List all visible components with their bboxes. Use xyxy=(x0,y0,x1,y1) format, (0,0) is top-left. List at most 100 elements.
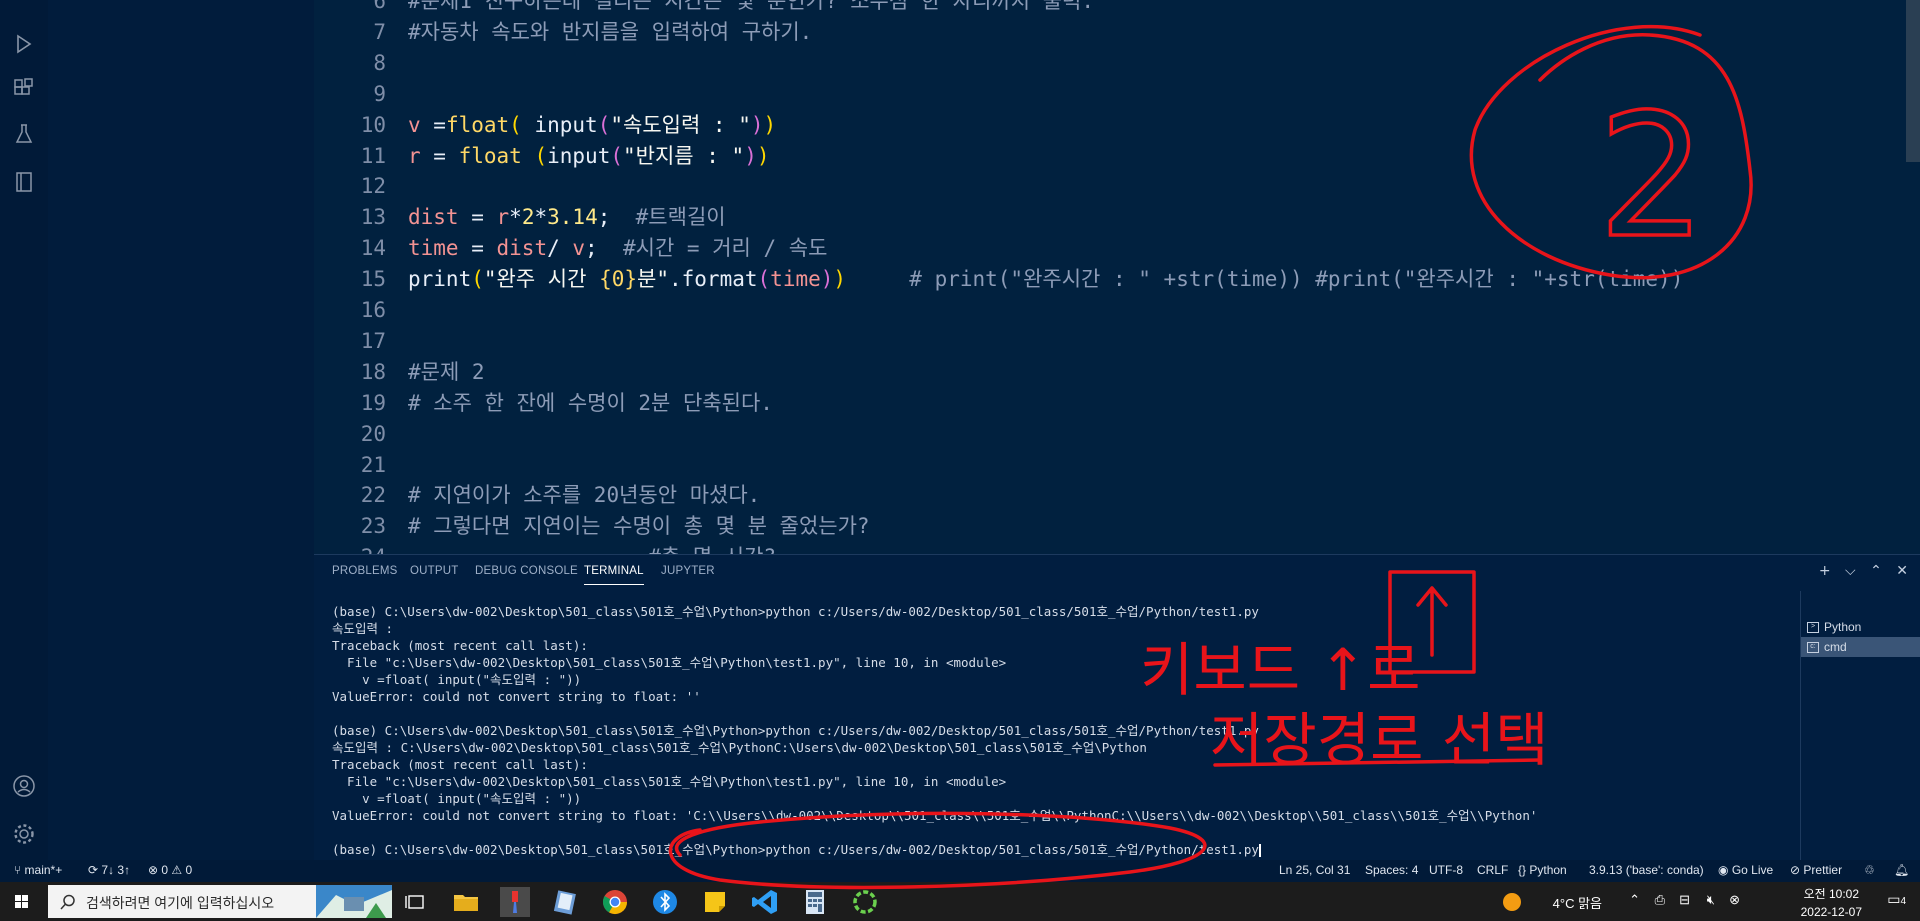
tab-output[interactable]: OUTPUT xyxy=(410,565,458,577)
prettier[interactable]: ⊘ Prettier xyxy=(1790,863,1842,877)
terminal-list-label: cmd xyxy=(1824,640,1847,654)
file-explorer-icon[interactable] xyxy=(451,887,481,917)
tab-jupyter[interactable]: JUPYTER xyxy=(661,565,715,577)
feedback-icon[interactable]: ♲ xyxy=(1864,863,1875,877)
search-icon xyxy=(60,894,75,910)
run-debug-icon[interactable] xyxy=(12,32,36,56)
terminal-prompt-line[interactable]: (base) C:\Users\dw-002\Desktop\501_class… xyxy=(332,841,1812,858)
tab-problems[interactable]: PROBLEMS xyxy=(332,565,398,577)
encoding[interactable]: UTF-8 xyxy=(1429,863,1463,877)
refresh-app-icon[interactable] xyxy=(850,887,880,917)
terminal-line: v =float( input("속도입력 : ")) xyxy=(332,791,582,806)
code-line[interactable]: 14 time = dist/ v; #시간 = 거리 / 속도 xyxy=(314,233,1904,264)
braces-icon: {} xyxy=(1518,863,1530,877)
code-line[interactable]: 18 #문제 2 xyxy=(314,357,1904,388)
go-live[interactable]: ◉ Go Live xyxy=(1718,863,1773,877)
terminal-line: v =float( input("속도입력 : ")) xyxy=(332,672,582,687)
chrome-icon[interactable] xyxy=(600,887,630,917)
git-branch[interactable]: ⑂ main*+ xyxy=(14,863,62,877)
account-icon[interactable] xyxy=(12,774,36,798)
clock[interactable]: 오전 10:02 2022-12-07 xyxy=(1801,885,1862,919)
terminal-list-item-python[interactable]: > Python xyxy=(1801,617,1920,637)
testing-flask-icon[interactable] xyxy=(12,122,36,146)
terminal-cursor xyxy=(1258,844,1261,857)
code-token: ( xyxy=(534,143,548,168)
code-line[interactable]: 21 xyxy=(314,450,1904,481)
code-token: # 그렇다면 지연이는 수명이 총 몇 분 줄었는가? xyxy=(408,514,870,539)
new-terminal-button[interactable]: + xyxy=(1819,563,1831,579)
taskbar-search-box[interactable]: 검색하려면 여기에 입력하십시오 xyxy=(48,885,392,918)
code-line[interactable]: 8 xyxy=(314,48,1904,79)
bottom-panel: PROBLEMS OUTPUT DEBUG CONSOLE TERMINAL J… xyxy=(314,554,1920,861)
code-line[interactable]: 9 xyxy=(314,79,1904,110)
tab-terminal[interactable]: TERMINAL xyxy=(584,565,644,585)
code-editor[interactable]: 6 #문제1 친구하는데 걸리는 시간은 몇 분인가? 소수점 한 자리까지 출력… xyxy=(314,0,1920,554)
code-token: #문제 2 xyxy=(408,359,485,384)
search-highlight-image xyxy=(316,885,392,918)
code-line[interactable]: 12 xyxy=(314,171,1904,202)
code-line[interactable]: 20 xyxy=(314,419,1904,450)
code-token: "완주 시간 xyxy=(483,267,600,292)
code-token: # print("완주시간 : " +str(time)) #print("완주… xyxy=(846,267,1684,292)
paint-app-icon[interactable] xyxy=(500,887,530,917)
split-terminal-dropdown[interactable]: ⌵ xyxy=(1845,563,1856,579)
bell-icon[interactable]: 🔔︎ xyxy=(1894,863,1909,877)
panel-tab-bar: PROBLEMS OUTPUT DEBUG CONSOLE TERMINAL J… xyxy=(314,555,1574,591)
sticky-notes-icon[interactable] xyxy=(700,887,730,917)
notebook-icon[interactable] xyxy=(12,170,36,194)
search-placeholder: 검색하려면 여기에 입력하십시오 xyxy=(86,895,275,911)
python-interpreter[interactable]: 3.9.13 ('base': conda) xyxy=(1589,863,1704,877)
git-sync[interactable]: ⟳ 7↓ 3↑ xyxy=(88,863,130,877)
end-of-line[interactable]: CRLF xyxy=(1477,863,1508,877)
weather-sun-icon[interactable] xyxy=(1502,892,1522,912)
code-line[interactable]: 13 dist = r*2*3.14; #트랙길이 xyxy=(314,202,1904,233)
code-line[interactable]: 19 # 소주 한 잔에 수명이 2분 단축된다. xyxy=(314,388,1904,419)
vscode-icon[interactable] xyxy=(750,887,780,917)
line-number: 9 xyxy=(373,81,386,106)
code-token: #총 몇 시간? xyxy=(408,545,776,554)
maximize-panel-button[interactable]: ⌃ xyxy=(1870,563,1882,579)
bluetooth-app-icon[interactable] xyxy=(650,887,680,917)
code-token: ) xyxy=(744,143,757,168)
show-hidden-icons-icon[interactable]: ⌃ xyxy=(1629,892,1640,908)
code-line[interactable]: 23 # 그렇다면 지연이는 수명이 총 몇 분 줄었는가? xyxy=(314,511,1904,542)
code-line[interactable]: 16 xyxy=(314,295,1904,326)
problems-count[interactable]: ⊗ 0 ⚠ 0 xyxy=(148,863,192,877)
code-text: print("완주 시간 {0}분".format(time)) # print… xyxy=(408,264,1683,295)
status-bar: ⑂ main*+ ⟳ 7↓ 3↑ ⊗ 0 ⚠ 0 Ln 25, Col 31 S… xyxy=(0,860,1920,882)
code-line[interactable]: 6 #문제1 친구하는데 걸리는 시간은 몇 분인가? 소수점 한 자리까지 출력… xyxy=(314,0,1904,17)
code-line[interactable]: 22 # 지연이가 소주를 20년동안 마셨다. xyxy=(314,480,1904,511)
error-icon[interactable]: ⊗ xyxy=(1729,892,1740,908)
terminal-list-item-cmd[interactable]: c: cmd xyxy=(1801,637,1920,657)
notification-center[interactable]: ▭4 xyxy=(1887,891,1906,908)
tab-debug-console[interactable]: DEBUG CONSOLE xyxy=(475,565,578,577)
calculator-icon[interactable] xyxy=(800,887,830,917)
code-line[interactable]: 15 print("완주 시간 {0}분".format(time)) # pri… xyxy=(314,264,1904,295)
code-token: * xyxy=(509,205,522,230)
code-text: #총 몇 시간? xyxy=(408,542,776,554)
language-mode[interactable]: {} Python xyxy=(1518,863,1567,877)
cmd-icon: c: xyxy=(1807,642,1819,654)
close-panel-button[interactable]: ✕ xyxy=(1896,563,1908,579)
code-line[interactable]: 11 r = float (input("반지름 : ")) xyxy=(314,141,1904,172)
notepad-icon[interactable] xyxy=(550,887,580,917)
editor-scrollbar[interactable] xyxy=(1906,0,1920,162)
code-line[interactable]: 24 #총 몇 시간? xyxy=(314,542,1904,554)
cursor-position[interactable]: Ln 25, Col 31 xyxy=(1279,863,1350,877)
code-token: ) xyxy=(833,267,847,292)
indentation[interactable]: Spaces: 4 xyxy=(1365,863,1418,877)
network-icon[interactable]: ⊟ xyxy=(1679,892,1690,908)
terminal-output[interactable]: (base) C:\Users\dw-002\Desktop\501_class… xyxy=(332,603,1812,859)
code-line[interactable]: 7 #자동차 속도와 반지름을 입력하여 구하기. xyxy=(314,17,1904,48)
task-view-icon[interactable] xyxy=(401,887,431,917)
meet-now-icon[interactable]: ⎙ xyxy=(1655,892,1665,908)
code-line[interactable]: 17 xyxy=(314,326,1904,357)
settings-gear-icon[interactable] xyxy=(12,822,36,846)
code-line[interactable]: 10 v =float( input("속도입력 : ")) xyxy=(314,110,1904,141)
code-token: #시간 = 거리 / 속도 xyxy=(622,236,828,261)
windows-start-icon[interactable] xyxy=(0,882,44,921)
weather-text[interactable]: 4°C 맑음 xyxy=(1553,893,1602,912)
speaker-muted-icon[interactable]: 🔇︎ xyxy=(1707,892,1715,908)
extensions-icon[interactable] xyxy=(12,76,36,100)
